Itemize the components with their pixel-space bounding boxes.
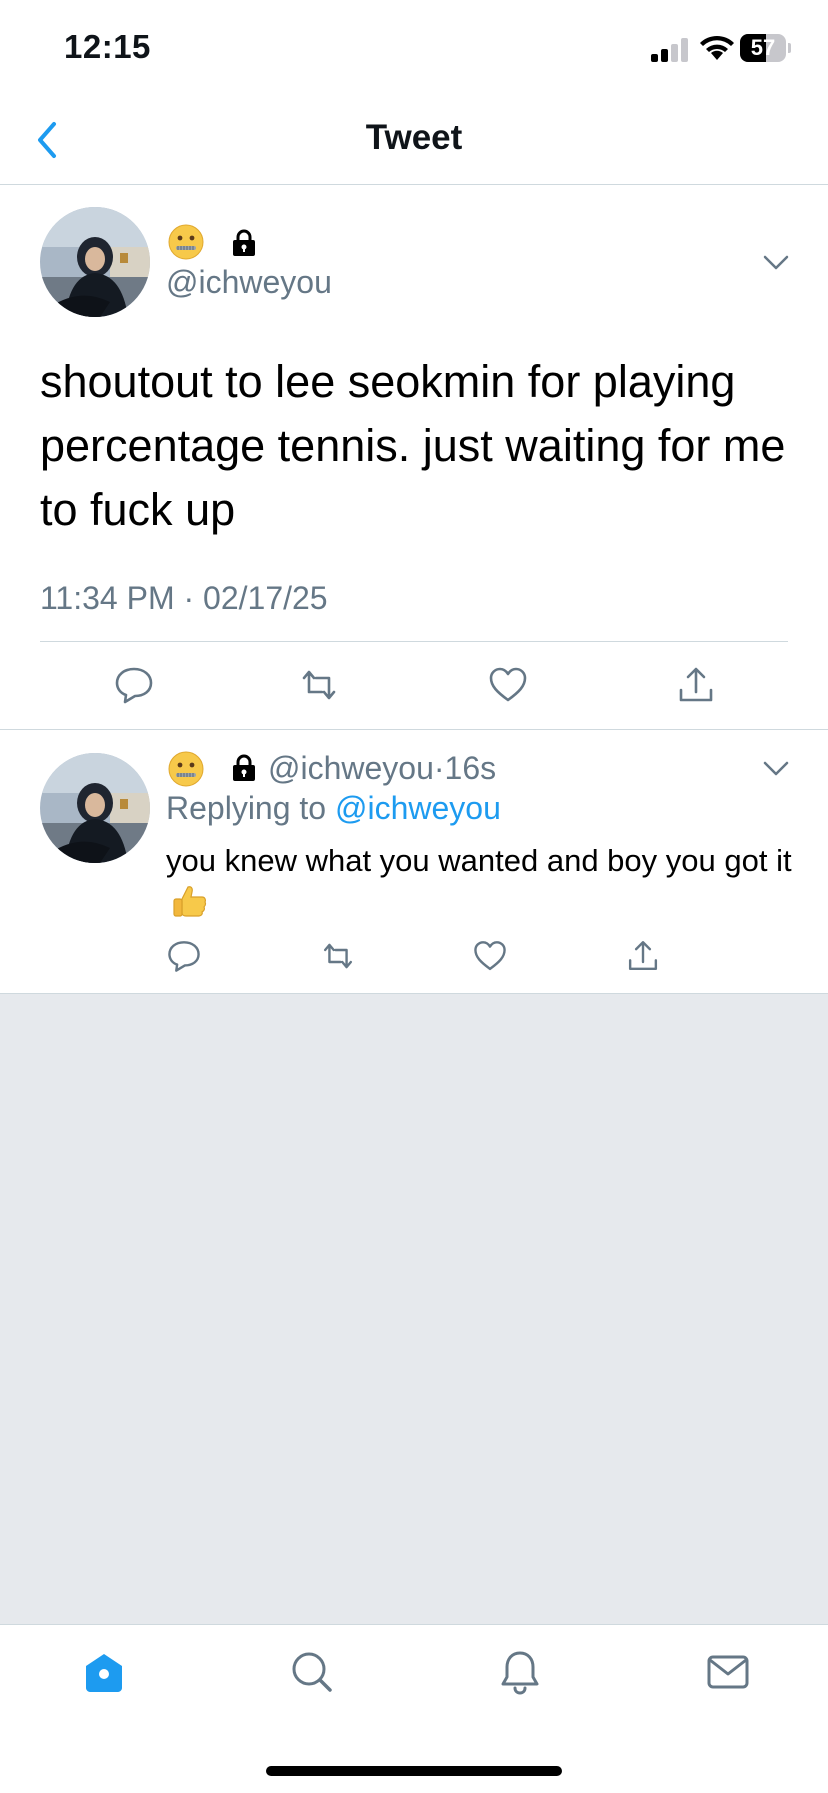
tweet-divider — [0, 729, 828, 730]
status-time: 12:15 — [64, 28, 151, 65]
messages-icon[interactable] — [704, 1648, 752, 1696]
battery-icon: 57 — [740, 34, 791, 62]
reply-lock-icon — [229, 753, 259, 783]
reply-text: you knew what you wanted and boy you got… — [166, 843, 792, 878]
reply-share-icon[interactable] — [625, 938, 661, 974]
cellular-signal-icon — [651, 38, 691, 62]
zipper-mouth-face-icon — [168, 224, 204, 260]
empty-feed-area — [0, 994, 828, 1624]
home-indicator[interactable] — [266, 1766, 562, 1776]
tweet-text: shoutout to lee seokmin for playing perc… — [40, 356, 786, 535]
home-icon[interactable] — [80, 1648, 128, 1696]
reply-dot-separator: · — [433, 750, 445, 786]
wifi-icon — [697, 34, 737, 62]
reply-author-handle[interactable]: @ichweyou — [268, 750, 434, 786]
actions-divider — [40, 641, 788, 642]
tweet-options-chevron-down-icon[interactable] — [762, 254, 790, 272]
page-title: Tweet — [365, 118, 463, 157]
reply-icon[interactable] — [113, 664, 155, 706]
header-divider — [0, 184, 828, 185]
like-icon[interactable] — [487, 664, 529, 706]
tweet-author-handle[interactable]: @ichweyou — [166, 264, 332, 301]
retweet-icon[interactable] — [298, 664, 340, 706]
lock-icon — [229, 228, 259, 258]
battery-level: 57 — [750, 35, 776, 60]
reply-reply-icon[interactable] — [166, 938, 202, 974]
reply-header: @ichweyou·16s — [268, 750, 496, 787]
replying-mention[interactable]: @ichweyou — [335, 790, 501, 826]
replying-to: Replying to @ichweyou — [166, 790, 501, 827]
avatar[interactable] — [40, 207, 150, 317]
reply-options-chevron-down-icon[interactable] — [762, 760, 790, 778]
tweet-timestamp[interactable]: 11:34 PM · 02/17/25 — [40, 580, 328, 617]
reply-time: 16s — [444, 750, 497, 786]
share-icon[interactable] — [675, 664, 717, 706]
replying-prefix: Replying to — [166, 790, 335, 826]
search-icon[interactable] — [288, 1648, 336, 1696]
thumbs-up-icon — [170, 883, 208, 932]
reply-body: you knew what you wanted and boy you got… — [166, 840, 806, 932]
reply-like-icon[interactable] — [472, 938, 508, 974]
reply-avatar[interactable] — [40, 753, 150, 863]
reply-retweet-icon[interactable] — [320, 938, 356, 974]
notifications-icon[interactable] — [496, 1648, 544, 1696]
reply-zipper-mouth-face-icon — [168, 751, 204, 787]
